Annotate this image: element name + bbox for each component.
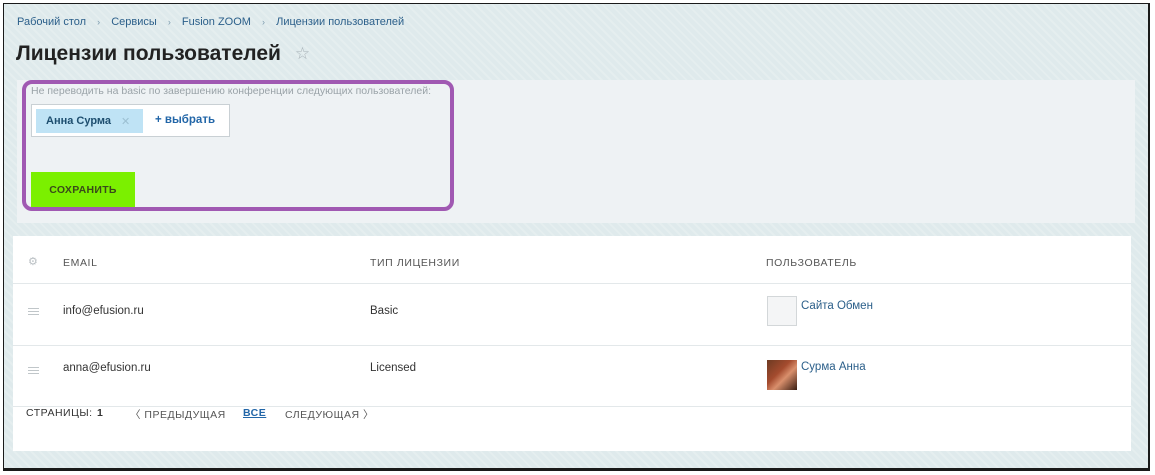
photo-avatar: [767, 360, 797, 390]
breadcrumb-fusion-zoom[interactable]: Fusion ZOOM: [182, 16, 251, 28]
breadcrumb: Рабочий стол › Сервисы › Fusion ZOOM › Л…: [17, 16, 404, 28]
row-license-type: Basic: [370, 305, 399, 317]
next-page-button[interactable]: СЛЕДУЮЩАЯ 〉: [285, 407, 374, 422]
column-header-license-type[interactable]: ТИП ЛИЦЕНЗИИ: [370, 257, 460, 269]
save-button[interactable]: СОХРАНИТЬ: [31, 172, 135, 207]
column-header-user[interactable]: ПОЛЬЗОВАТЕЛЬ: [766, 257, 857, 269]
page-title: Лицензии пользователей: [16, 42, 281, 65]
breadcrumb-separator-icon: ›: [167, 17, 171, 27]
selected-user-chip[interactable]: Анна Сурма ✕: [36, 109, 143, 133]
row-license-type: Licensed: [370, 362, 417, 374]
row-user-link[interactable]: Сайта Обмен: [801, 300, 873, 312]
row-email: anna@efusion.ru: [63, 362, 151, 374]
divider: [13, 345, 1131, 346]
breadcrumb-current[interactable]: Лицензии пользователей: [276, 16, 404, 28]
prev-page-button[interactable]: 〈 ПРЕДЫДУЩАЯ: [130, 407, 226, 422]
current-page: 1: [97, 407, 104, 419]
title-row: Лицензии пользователей ☆: [16, 42, 310, 66]
add-user-button[interactable]: + выбрать: [155, 114, 215, 126]
gear-icon[interactable]: ⚙: [28, 255, 38, 268]
selected-user-name: Анна Сурма: [46, 115, 112, 127]
star-icon[interactable]: ☆: [295, 44, 310, 64]
drag-handle-icon[interactable]: [28, 308, 39, 316]
close-icon[interactable]: ✕: [121, 115, 130, 128]
row-user-link[interactable]: Сурма Анна: [801, 361, 866, 373]
breadcrumb-separator-icon: ›: [262, 17, 266, 27]
default-avatar: [767, 296, 797, 326]
all-pages-button[interactable]: ВСЕ: [243, 407, 266, 419]
user-picker[interactable]: Анна Сурма ✕ + выбрать: [31, 104, 230, 137]
breadcrumb-desktop[interactable]: Рабочий стол: [17, 16, 86, 28]
pages-label: СТРАНИЦЫ:: [26, 407, 93, 419]
row-email: info@efusion.ru: [63, 305, 144, 317]
breadcrumb-separator-icon: ›: [97, 17, 101, 27]
column-header-email[interactable]: EMAIL: [63, 257, 98, 269]
divider: [13, 283, 1131, 284]
settings-hint: Не переводить на basic по завершению кон…: [31, 85, 432, 97]
drag-handle-icon[interactable]: [28, 367, 39, 375]
breadcrumb-services[interactable]: Сервисы: [111, 16, 157, 28]
